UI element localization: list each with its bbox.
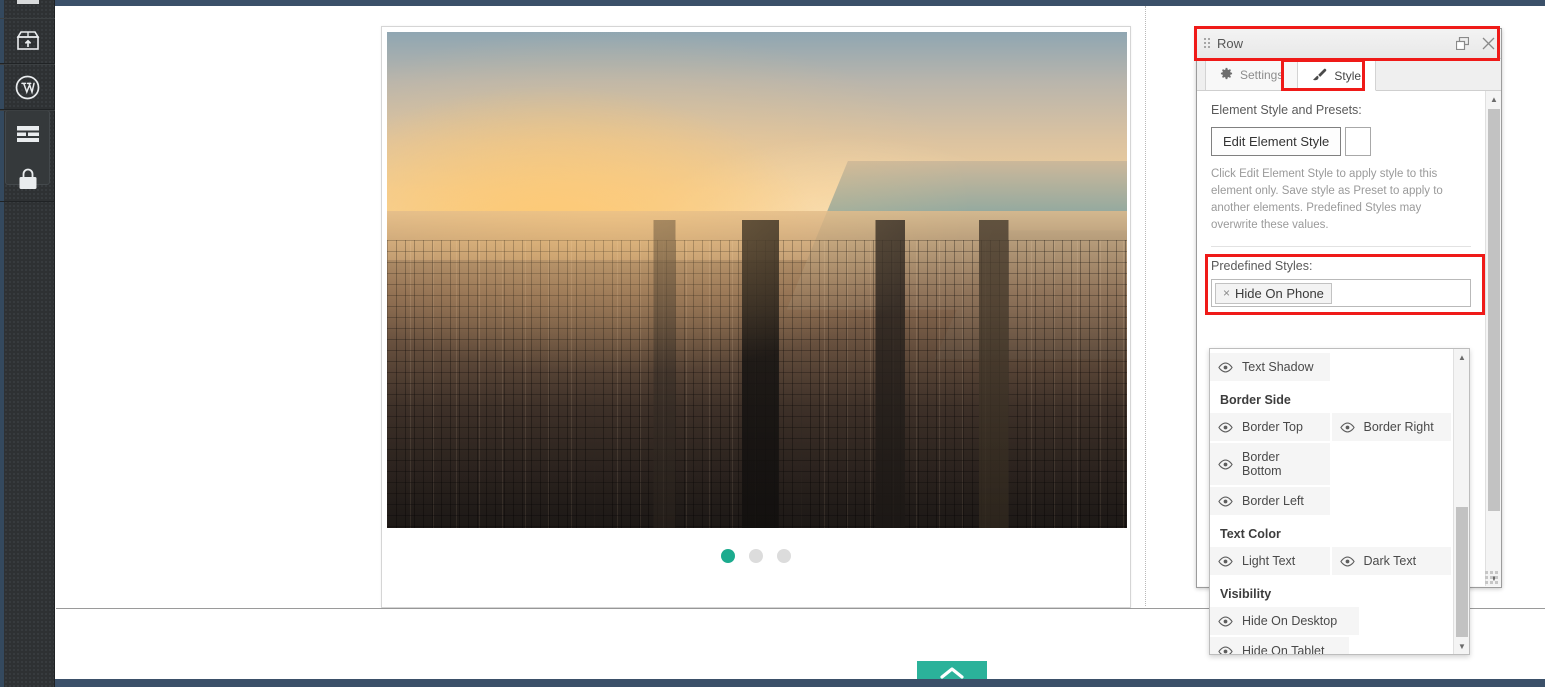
left-toolbar xyxy=(0,0,55,687)
gear-icon xyxy=(1220,67,1233,83)
dropdown-item-border-bottom[interactable]: Border Bottom xyxy=(1210,443,1332,487)
sidebar-item-rows[interactable] xyxy=(0,110,55,156)
slider-dot-2[interactable] xyxy=(749,549,763,563)
tab-settings[interactable]: Settings xyxy=(1205,59,1299,90)
tab-settings-label: Settings xyxy=(1240,68,1284,82)
dropdown-scrollbar[interactable]: ▲ ▼ xyxy=(1453,349,1469,654)
eye-icon xyxy=(1218,556,1233,567)
dropdown-item-hide-on-desktop[interactable]: Hide On Desktop xyxy=(1210,607,1361,637)
add-module-icon xyxy=(16,30,40,52)
sidebar-item-lock[interactable] xyxy=(0,156,55,202)
dropdown-item-spacer-2 xyxy=(1360,607,1453,637)
element-style-section-label: Element Style and Presets: xyxy=(1211,103,1362,117)
dropdown-group-title-visibility: Visibility xyxy=(1220,587,1272,601)
edit-element-style-button[interactable]: Edit Element Style xyxy=(1211,127,1342,156)
panel-resize-grip[interactable] xyxy=(1485,571,1499,585)
eye-icon xyxy=(1339,556,1355,567)
slider-module[interactable] xyxy=(381,26,1131,608)
dropdown-item-label: Hide On Desktop xyxy=(1242,614,1338,628)
dropdown-item-label: Hide On Tablet xyxy=(1242,644,1325,654)
tag-remove-icon[interactable]: × xyxy=(1223,286,1230,300)
dropdown-list[interactable]: Text Shadow Border Side Border Top Borde… xyxy=(1210,349,1453,654)
predefined-styles-dropdown[interactable]: Text Shadow Border Side Border Top Borde… xyxy=(1209,348,1470,655)
dropdown-item-label: Border Bottom xyxy=(1242,450,1282,478)
predefined-styles-block: Predefined Styles: × Hide On Phone xyxy=(1205,254,1485,316)
eye-icon xyxy=(1218,616,1233,627)
close-icon[interactable] xyxy=(1475,30,1501,58)
photo-haze-layer xyxy=(387,32,1127,528)
dropdown-item-label: Border Top xyxy=(1242,420,1303,434)
content-boundary-guide xyxy=(1145,6,1146,606)
panel-scroll-thumb[interactable] xyxy=(1488,109,1500,511)
wordpress-icon xyxy=(15,75,40,100)
dropdown-item-label: Text Shadow xyxy=(1242,360,1314,374)
panel-header[interactable]: Row xyxy=(1194,26,1501,61)
dropdown-group-text-color: Light Text Dark Text xyxy=(1210,547,1453,577)
dropdown-item-border-right[interactable]: Border Right xyxy=(1331,413,1453,443)
element-style-controls: Edit Element Style xyxy=(1211,127,1471,156)
dropdown-item-label: Light Text xyxy=(1242,554,1296,568)
dropdown-group-border-side: Border Top Border Right Border Bottom Bo xyxy=(1210,413,1453,517)
tag-hide-on-phone[interactable]: × Hide On Phone xyxy=(1215,282,1332,304)
rows-layout-icon xyxy=(16,125,40,143)
dropdown-item-text-shadow[interactable]: Text Shadow xyxy=(1210,353,1332,383)
tag-label: Hide On Phone xyxy=(1235,285,1324,301)
slider-dot-1[interactable] xyxy=(721,549,735,563)
dropdown-item-label: Border Right xyxy=(1363,420,1434,434)
element-style-help-text: Click Edit Element Style to apply style … xyxy=(1211,168,1443,232)
dropdown-item-spacer xyxy=(1331,443,1453,487)
section-divider xyxy=(1211,246,1471,248)
panel-scrollbar[interactable]: ▲ ▼ xyxy=(1485,91,1501,586)
chevron-up-icon xyxy=(939,666,965,679)
sidebar-item-add-module[interactable] xyxy=(0,18,55,64)
restore-icon[interactable] xyxy=(1449,30,1475,58)
eye-icon xyxy=(1218,646,1233,654)
dropdown-scroll-thumb[interactable] xyxy=(1456,507,1468,637)
eye-icon xyxy=(1218,422,1233,433)
dropdown-item-label: Dark Text xyxy=(1363,554,1417,568)
dropdown-item-hide-on-tablet[interactable]: Hide On Tablet xyxy=(1210,637,1351,654)
dropdown-group-ungrouped: Text Shadow xyxy=(1210,349,1453,383)
rail-collapse-tab[interactable] xyxy=(17,0,39,4)
predefined-styles-label: Predefined Styles: xyxy=(1211,259,1313,274)
panel-scroll-up-arrow[interactable]: ▲ xyxy=(1486,91,1502,107)
back-to-top-button[interactable] xyxy=(917,661,987,679)
eye-icon xyxy=(1339,422,1355,433)
slider-pagination[interactable] xyxy=(382,549,1130,563)
preset-swatch-button[interactable] xyxy=(1345,127,1372,156)
brush-icon xyxy=(1312,68,1327,84)
dropdown-group-visibility: Hide On Desktop Hide On Tablet xyxy=(1210,607,1453,654)
dropdown-group-title-text-color: Text Color xyxy=(1220,527,1281,541)
dropdown-item-label: Border Left xyxy=(1242,494,1304,508)
eye-icon xyxy=(1218,362,1233,373)
dropdown-item-light-text[interactable]: Light Text xyxy=(1210,547,1332,577)
eye-icon xyxy=(1218,496,1233,507)
tab-style[interactable]: Style xyxy=(1297,60,1377,91)
dropdown-item-border-left[interactable]: Border Left xyxy=(1210,487,1332,517)
drag-handle-icon[interactable] xyxy=(1197,37,1217,50)
dropdown-item-border-top[interactable]: Border Top xyxy=(1210,413,1332,443)
panel-tab-bar[interactable]: Settings Style xyxy=(1197,59,1501,91)
panel-title: Row xyxy=(1217,36,1244,51)
window-bottom-border xyxy=(0,679,1545,687)
slider-image xyxy=(387,32,1127,528)
sidebar-item-wordpress[interactable] xyxy=(0,64,55,110)
dropdown-scroll-down-arrow[interactable]: ▼ xyxy=(1454,638,1469,654)
dropdown-scroll-up-arrow[interactable]: ▲ xyxy=(1454,349,1469,365)
dropdown-item-dark-text[interactable]: Dark Text xyxy=(1331,547,1453,577)
predefined-styles-input[interactable]: × Hide On Phone xyxy=(1211,279,1471,308)
slider-dot-3[interactable] xyxy=(777,549,791,563)
dropdown-group-title-border-side: Border Side xyxy=(1220,393,1291,407)
eye-icon xyxy=(1218,459,1233,470)
lock-icon xyxy=(17,167,39,191)
tab-style-label: Style xyxy=(1334,68,1362,83)
